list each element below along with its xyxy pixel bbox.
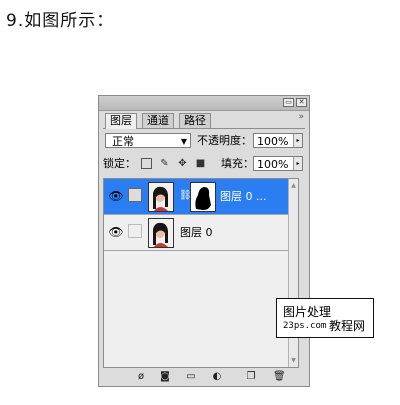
lock-row: 锁定： ✎ ✥ ■ 填充： 100% ▸ (103, 156, 305, 172)
opacity-value: 100% (257, 135, 289, 148)
tab-layers[interactable]: 图层 (105, 113, 137, 129)
scroll-up-icon[interactable]: ▲ (289, 181, 298, 190)
watermark-line2: 23ps.com (283, 321, 327, 331)
blend-mode-select[interactable]: 正常 ▼ (105, 133, 191, 148)
new-group-icon[interactable]: ▭ (185, 371, 197, 383)
minimize-icon[interactable]: ▭ (283, 98, 294, 107)
fill-value: 100% (257, 158, 289, 171)
eye-icon[interactable]: 👁 (108, 224, 124, 240)
site-watermark: 图片处理 23ps.com 教程网 (276, 298, 374, 338)
opacity-stepper-icon[interactable]: ▸ (293, 134, 302, 147)
portrait-thumbnail-image (149, 183, 173, 211)
lock-transparent-icon[interactable] (141, 158, 152, 169)
layer-mask-indicator-icon[interactable] (128, 188, 142, 202)
panel-bottom-toolbar: ø ◙ ▭ ◐ ❐ 🗑 (103, 370, 307, 384)
panel-titlebar[interactable]: ▭ ✕ (99, 96, 309, 111)
mask-shape-image (191, 183, 215, 211)
portrait-thumbnail-image (149, 219, 173, 247)
new-layer-icon[interactable]: ❐ (245, 371, 257, 383)
layer-row-masked[interactable]: 👁 ⛓ 图层 0 ... (104, 179, 292, 215)
layer-name: 图层 0 (180, 226, 213, 239)
layer-thumbnail[interactable] (148, 182, 174, 212)
panel-tabs: 图层 通道 路径 » (103, 112, 305, 129)
trash-icon[interactable]: 🗑 (273, 371, 286, 383)
blend-row: 正常 ▼ 不透明度： 100% ▸ (103, 133, 305, 149)
close-icon[interactable]: ✕ (296, 98, 307, 107)
lock-all-icon[interactable]: ■ (195, 158, 206, 169)
fill-stepper-icon[interactable]: ▸ (293, 157, 302, 170)
lock-brush-icon[interactable]: ✎ (159, 158, 170, 169)
layers-scrollbar[interactable]: ▲ ▼ (288, 179, 298, 367)
eye-icon[interactable]: 👁 (108, 188, 124, 204)
fill-label: 填充： (221, 157, 254, 170)
blend-mode-value: 正常 (112, 135, 134, 148)
mask-thumbnail[interactable] (190, 182, 216, 212)
chevron-down-icon: ▼ (180, 137, 187, 146)
add-mask-icon[interactable]: ◙ (159, 371, 171, 383)
layers-panel: ▭ ✕ 图层 通道 路径 » 正常 ▼ 不透明度： 100% ▸ 锁定： ✎ ✥… (98, 95, 310, 387)
panel-menu-icon[interactable]: » (298, 112, 304, 122)
tab-channels[interactable]: 通道 (142, 113, 174, 128)
layer-name: 图层 0 ... (220, 190, 267, 203)
lock-move-icon[interactable]: ✥ (177, 158, 188, 169)
watermark-line3: 教程网 (329, 319, 366, 333)
opacity-field[interactable]: 100% ▸ (253, 133, 303, 148)
layer-thumbnail[interactable] (148, 218, 174, 248)
layer-row-base[interactable]: 👁 图层 0 (104, 215, 292, 251)
page-heading: 9.如图所示： (6, 11, 115, 31)
lock-label: 锁定： (103, 157, 136, 170)
watermark-line1: 图片处理 (283, 305, 332, 319)
layer-style-icon[interactable]: ø (135, 371, 147, 383)
scroll-down-icon[interactable]: ▼ (289, 356, 298, 365)
layers-list: 👁 ⛓ 图层 0 ... 👁 图层 0 ▲ ▼ (103, 178, 299, 368)
adjustment-layer-icon[interactable]: ◐ (211, 371, 223, 383)
tab-paths[interactable]: 路径 (179, 113, 211, 128)
fill-field[interactable]: 100% ▸ (253, 156, 303, 171)
opacity-label: 不透明度： (197, 134, 252, 147)
layer-link-cell[interactable] (128, 224, 142, 238)
